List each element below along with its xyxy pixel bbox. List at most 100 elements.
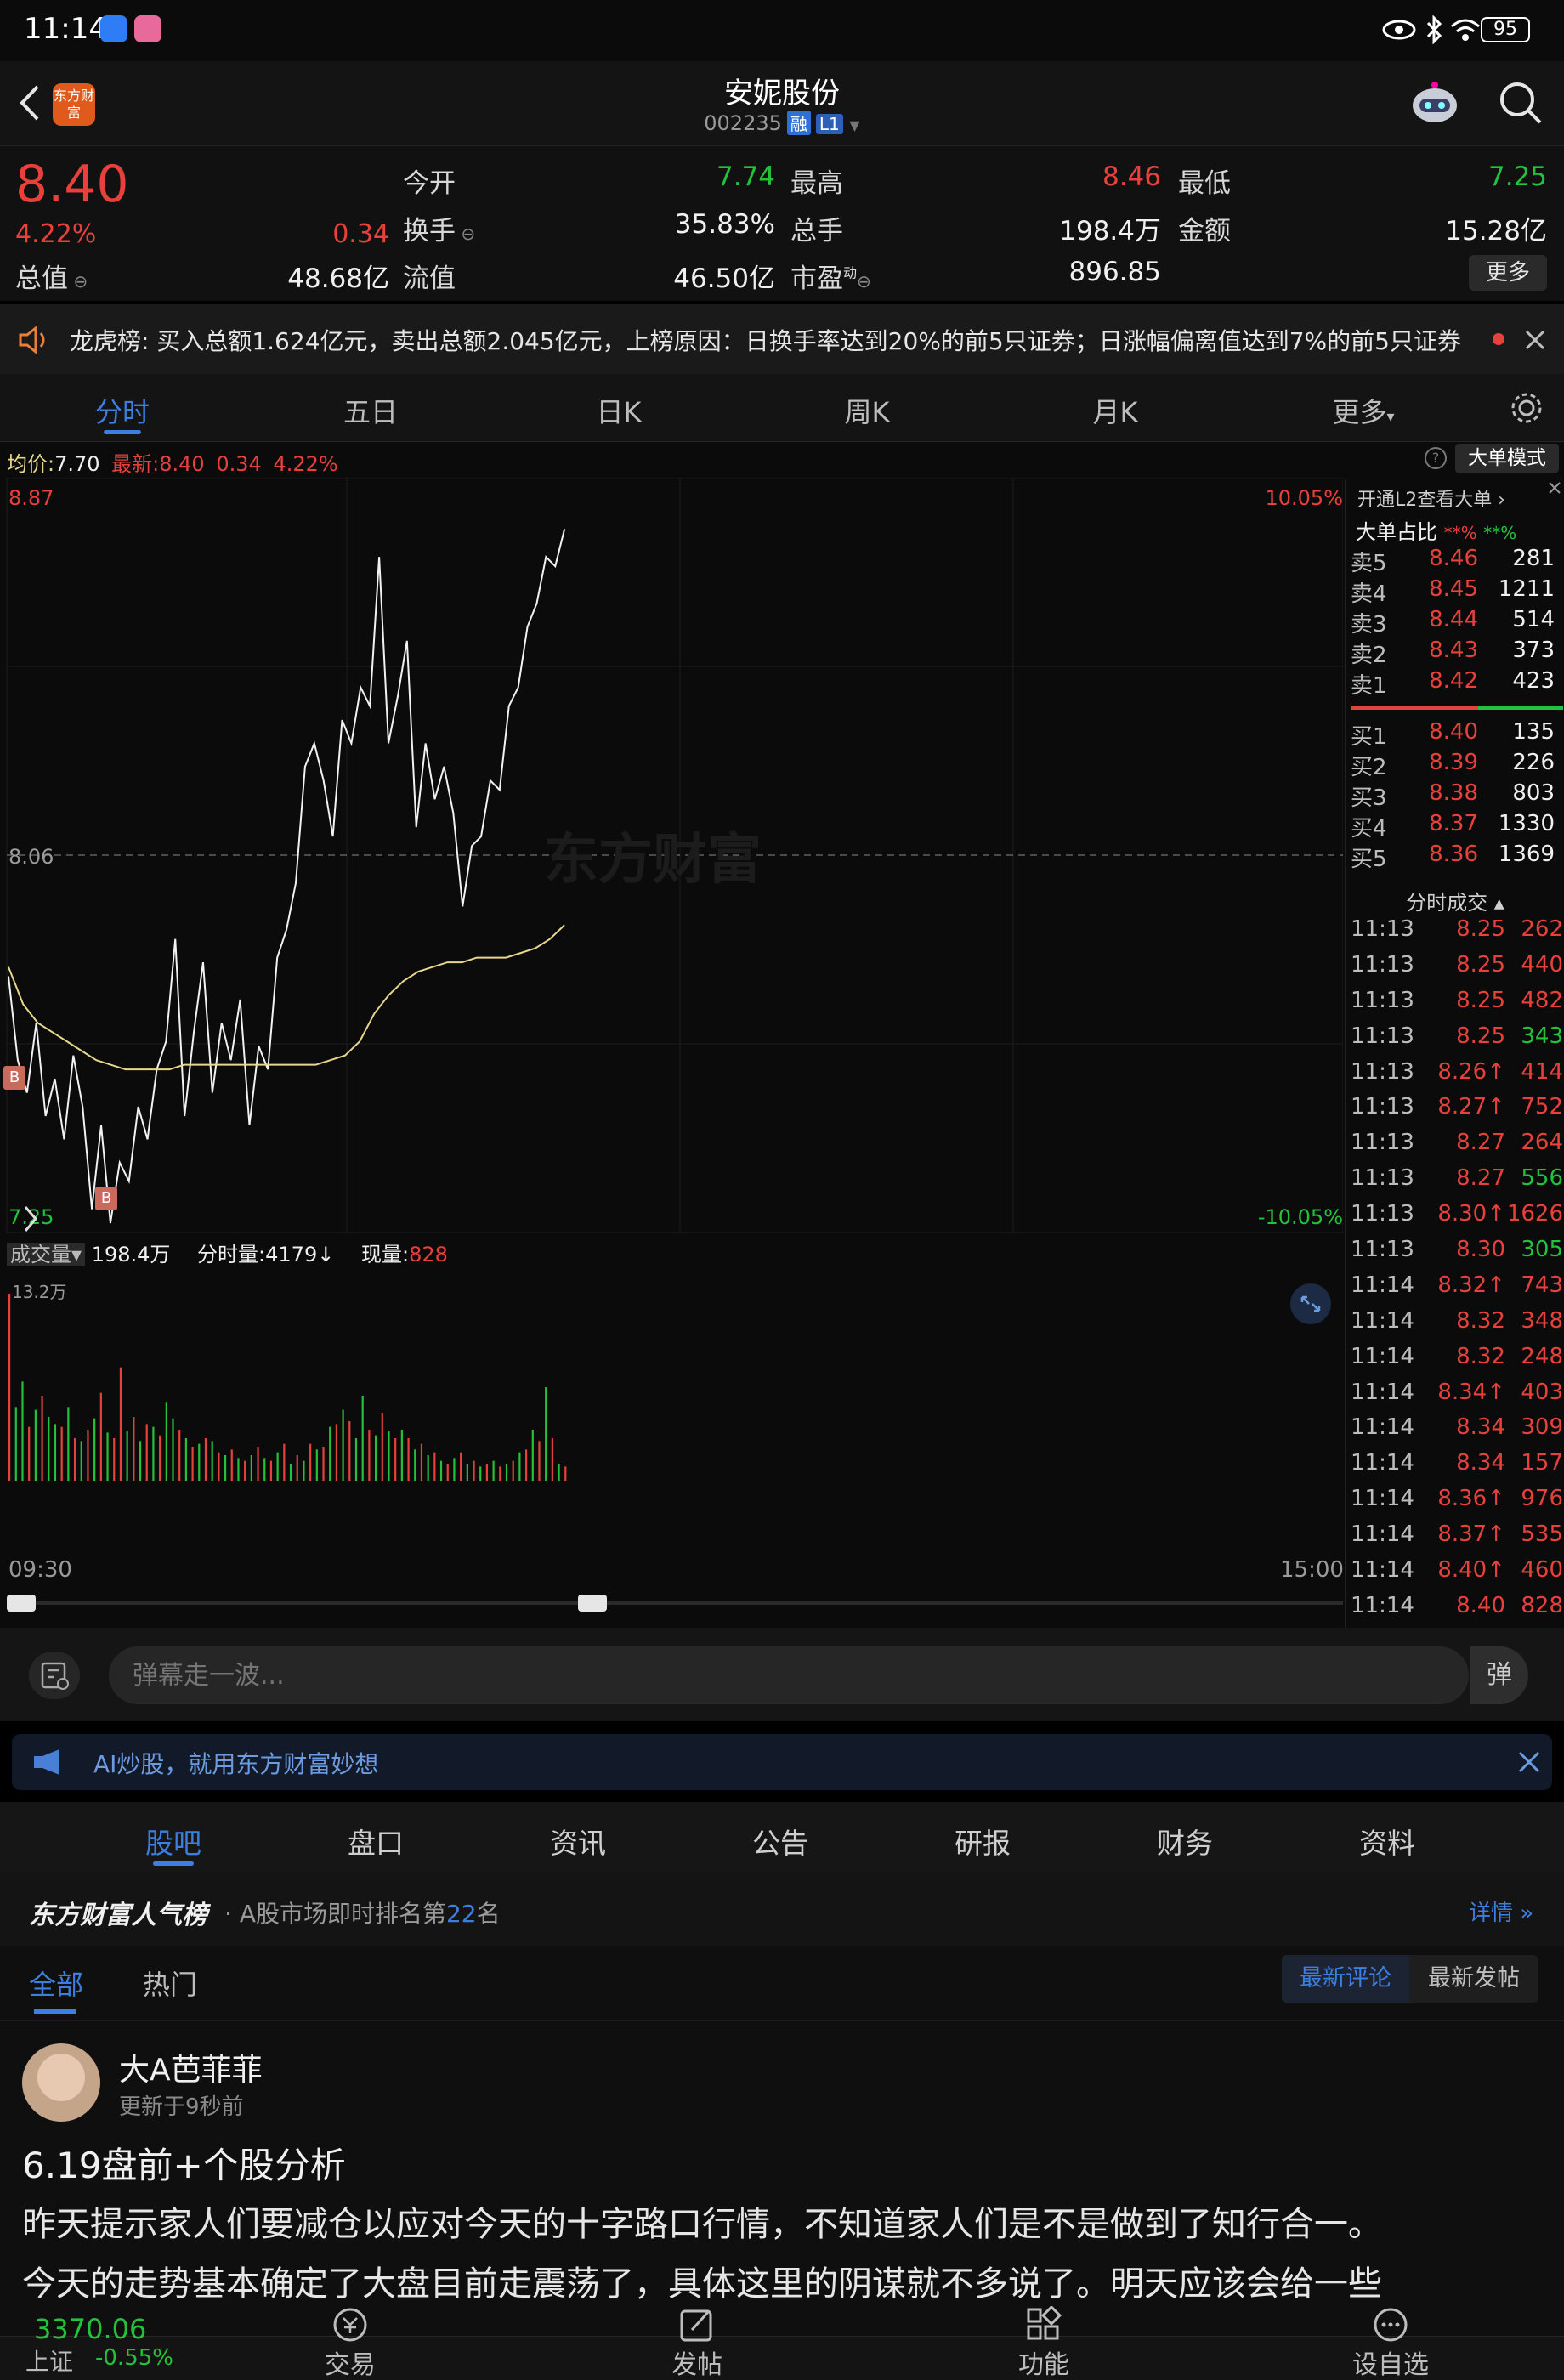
danmu-send-button[interactable]: 弹 <box>1470 1646 1528 1704</box>
bid-label: 买1 <box>1351 724 1387 750</box>
bid-price: 8.39 <box>1429 750 1478 775</box>
danmu-input[interactable] <box>109 1646 1469 1704</box>
ranking-detail-link[interactable]: 详情 » <box>1469 1896 1533 1927</box>
author-name[interactable]: 大A芭菲菲 <box>119 2045 263 2089</box>
trade-list[interactable]: 11:13 8.25 262 11:13 8.25 440 11:13 8.25 482 11:1… <box>1351 916 1563 1629</box>
ask-volume: 373 <box>1512 638 1555 663</box>
nav-trade[interactable]: 交易 <box>265 2343 435 2380</box>
trade-volume: 1626 <box>1506 1201 1563 1227</box>
filter-all[interactable]: 全部 <box>29 1964 83 2003</box>
author-avatar[interactable] <box>22 2043 100 2122</box>
post-body-line-1[interactable]: 昨天提示家人们要减仓以应对今天的十字路口行情，不知道家人们是不是做到了知行合一。 <box>22 2196 1382 2246</box>
trade-price: 8.40 <box>1456 1592 1505 1618</box>
volume-bar <box>342 1409 344 1481</box>
close-icon[interactable] <box>1546 479 1563 496</box>
nav-function[interactable]: 功能 <box>959 2343 1129 2380</box>
trade-price: 8.40↑ <box>1437 1557 1505 1584</box>
settings-gear-icon[interactable] <box>1508 389 1545 427</box>
tab-weekly-k[interactable]: 周K <box>782 391 952 430</box>
battery-indicator: 95 <box>1481 17 1530 42</box>
nav-post[interactable]: 发帖 <box>612 2343 782 2380</box>
tab-profile[interactable]: 资料 <box>1302 1821 1472 1862</box>
turnover-rate-label[interactable]: 换手 ⊖ <box>403 209 475 247</box>
trade-price: 8.37↑ <box>1437 1522 1505 1548</box>
volume-bar <box>394 1438 397 1481</box>
buy-marker[interactable]: B <box>3 1066 26 1090</box>
time-axis-end: 15:00 <box>1280 1557 1344 1583</box>
sort-latest-comment[interactable]: 最新评论 <box>1282 1955 1409 2003</box>
total-value-label[interactable]: 总值 ⊖ <box>15 257 88 295</box>
ask-volume: 514 <box>1512 607 1555 632</box>
status-time: 11:14 <box>24 12 107 46</box>
app-notification-icon <box>100 15 128 42</box>
buy-marker[interactable]: B <box>95 1187 117 1210</box>
expand-arrow-icon[interactable] <box>19 1202 42 1236</box>
stock-code-line[interactable]: 002235 融 L1 ▼ <box>0 110 1564 135</box>
volume-bar <box>485 1464 489 1481</box>
scrollbar-handle-left[interactable] <box>7 1595 36 1612</box>
volume-label: 总手 <box>790 216 843 246</box>
compose-icon <box>680 2309 712 2342</box>
trade-row: 11:13 8.27↑ 752 <box>1351 1094 1563 1130</box>
pe-label[interactable]: 市盈动⊖ <box>790 257 871 295</box>
danmu-toggle-button[interactable] <box>29 1652 80 1699</box>
sort-latest-post[interactable]: 最新发帖 <box>1409 1955 1538 2003</box>
dragon-tiger-notice[interactable]: 龙虎榜: 买入总额1.624亿元，卖出总额2.045亿元，上榜原因：日换手率达到… <box>0 304 1564 374</box>
tab-announcements[interactable]: 公告 <box>695 1821 865 1862</box>
search-icon[interactable] <box>1498 80 1544 126</box>
trade-row: 11:13 8.27 264 <box>1351 1130 1563 1165</box>
trade-price: 8.32 <box>1456 1307 1505 1334</box>
tab-more[interactable]: 更多▾ <box>1278 391 1448 430</box>
volume-bar <box>54 1424 57 1481</box>
volume-bar <box>8 1294 11 1481</box>
volume-bar <box>388 1431 390 1481</box>
ask-price: 8.43 <box>1429 638 1478 663</box>
time-axis-start: 09:30 <box>8 1557 72 1583</box>
ai-promo-bar[interactable]: AI炒股，就用东方财富妙想 <box>12 1734 1552 1790</box>
volume-bar <box>283 1443 286 1481</box>
l2-upgrade-link[interactable]: 开通L2查看大单 › <box>1357 484 1505 512</box>
tab-monthly-k[interactable]: 月K <box>1030 391 1200 430</box>
tab-daily-k[interactable]: 日K <box>534 391 704 430</box>
popularity-ranking-bar[interactable]: 东方财富人气榜 · A股市场即时排名第22名 详情 » <box>0 1873 1564 1946</box>
filter-hot[interactable]: 热门 <box>143 1964 197 2003</box>
volume-bar <box>230 1449 233 1481</box>
volume-selector[interactable]: 成交量▾ <box>7 1243 86 1266</box>
tab-research[interactable]: 研报 <box>898 1821 1068 1862</box>
trade-volume: 460 <box>1521 1557 1563 1584</box>
time-scrollbar-track[interactable] <box>7 1601 1343 1605</box>
trade-price: 8.32 <box>1456 1343 1505 1369</box>
intraday-chart-svg[interactable] <box>0 478 1343 1659</box>
fullscreen-toggle[interactable] <box>1290 1284 1331 1324</box>
close-icon[interactable] <box>1516 1749 1542 1775</box>
index-name[interactable]: 上证 <box>26 2343 73 2377</box>
help-icon[interactable]: ? <box>1425 447 1447 469</box>
trades-title[interactable]: 分时成交 ▴ <box>1346 886 1564 915</box>
pct-axis-top: 10.05% <box>1265 486 1343 510</box>
tab-finance[interactable]: 财务 <box>1100 1821 1270 1862</box>
big-order-mode-button[interactable]: 大单模式 <box>1455 444 1559 473</box>
content-tabs: 股吧 盘口 资讯 公告 研报 财务 资料 <box>0 1802 1564 1873</box>
tab-guba[interactable]: 股吧 <box>88 1821 258 1862</box>
post-title[interactable]: 6.19盘前+个股分析 <box>22 2137 346 2189</box>
tab-news[interactable]: 资讯 <box>493 1821 663 1862</box>
volume-bar <box>28 1426 31 1481</box>
nav-add-watchlist[interactable]: 设自选 <box>1306 2343 1476 2380</box>
more-button[interactable]: 更多 <box>1469 255 1547 291</box>
post-body-line-2[interactable]: 今天的走势基本确定了大盘目前走震荡了，具体这里的阴谋就不多说了。明天应该会给一些 <box>22 2256 1552 2305</box>
tab-intraday[interactable]: 分时 <box>37 391 207 430</box>
volume-bar <box>133 1417 135 1481</box>
scrollbar-handle-right[interactable] <box>578 1595 607 1612</box>
robot-assistant-icon[interactable] <box>1408 78 1462 129</box>
close-icon[interactable] <box>1523 328 1547 352</box>
volume-bar <box>512 1460 514 1481</box>
index-value[interactable]: 3370.06 <box>34 2313 146 2345</box>
trade-time: 11:14 <box>1351 1592 1414 1618</box>
pe-value: 896.85 <box>1068 257 1161 287</box>
tab-pankou[interactable]: 盘口 <box>291 1821 461 1862</box>
tab-five-day[interactable]: 五日 <box>286 391 456 430</box>
trade-row: 11:14 8.36↑ 976 <box>1351 1486 1563 1522</box>
trade-time: 11:14 <box>1351 1450 1414 1476</box>
volume-bar <box>41 1396 43 1481</box>
high-value: 8.46 <box>1102 162 1161 192</box>
